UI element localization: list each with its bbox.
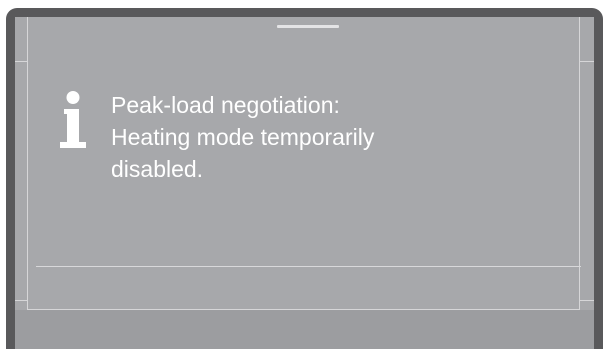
display-screen: Peak-load negotiation: Heating mode temp… (15, 17, 594, 349)
message-line-1: Peak-load negotiation: (111, 92, 340, 118)
frame-tick-top-right (580, 61, 594, 62)
bottom-band (15, 310, 594, 349)
message-line-3: disabled. (111, 156, 204, 182)
info-icon (60, 91, 86, 148)
footer-divider (36, 266, 581, 267)
frame-tick-top-left (15, 61, 27, 62)
dialog-message: Peak-load negotiation: Heating mode temp… (111, 89, 511, 185)
frame-tick-bottom-right (580, 300, 594, 301)
message-line-2: Heating mode temporarily (111, 124, 375, 150)
frame-tick-bottom-left (15, 300, 27, 301)
